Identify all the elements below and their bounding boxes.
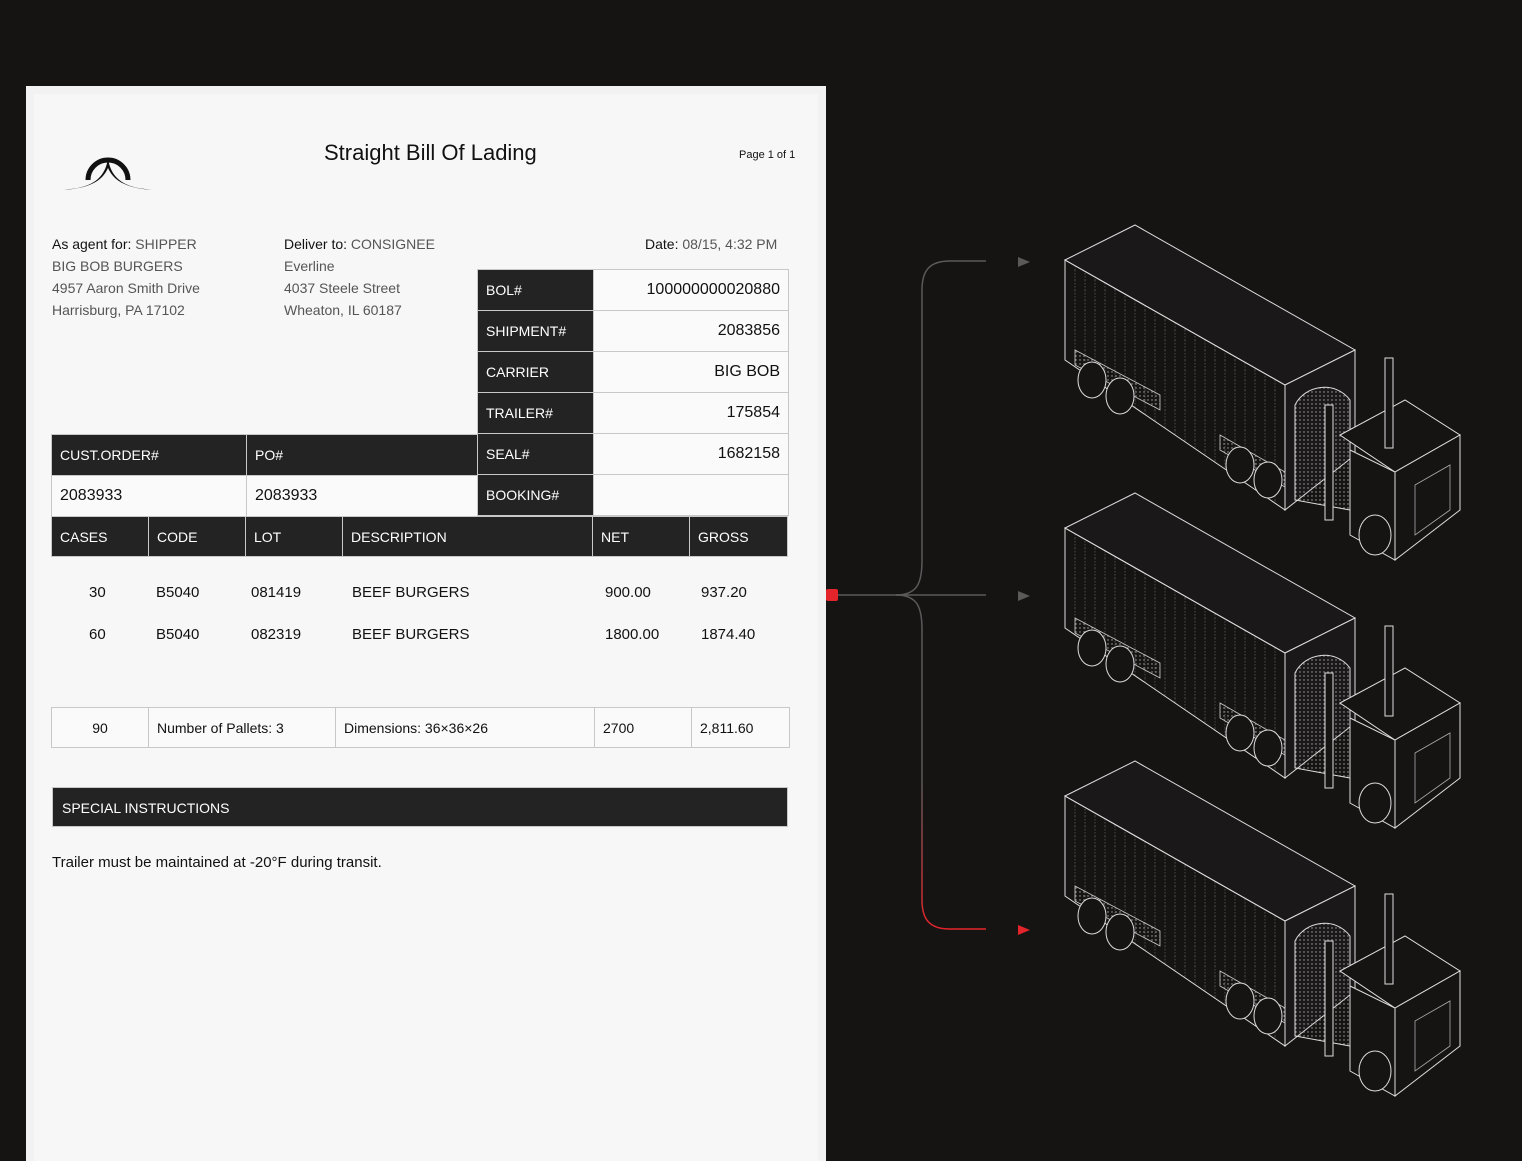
reference-row: BOL# 100000000020880	[477, 269, 789, 311]
ref-value: 175854	[593, 392, 789, 434]
shipper-label: As agent for:	[52, 236, 132, 252]
shipper-address-line1: 4957 Aaron Smith Drive	[52, 280, 200, 296]
arrow-right-icon	[1018, 591, 1030, 601]
truck-illustrations	[1064, 224, 1461, 1097]
item-code: B5040	[156, 584, 200, 601]
ref-value: 1682158	[593, 433, 789, 475]
item-code: B5040	[156, 626, 200, 643]
ref-label: SEAL#	[477, 433, 594, 475]
date-field: Date: 08/15, 4:32 PM	[645, 233, 777, 255]
total-net: 2700	[594, 707, 692, 748]
ref-label: TRAILER#	[477, 392, 594, 434]
branch-connector	[826, 260, 986, 930]
column-header-code: CODE	[148, 516, 246, 557]
items-header: CASES CODE LOT DESCRIPTION NET GROSS	[51, 516, 788, 557]
ref-value: BIG BOB	[593, 351, 789, 393]
item-net: 1800.00	[605, 626, 660, 643]
totals-row: 90 Number of Pallets: 3 Dimensions: 36×3…	[51, 707, 790, 748]
bill-of-lading-document: Straight Bill Of Lading Page 1 of 1 As a…	[26, 86, 826, 1161]
items-header-row: CASES CODE LOT DESCRIPTION NET GROSS	[51, 516, 788, 557]
ref-value: 2083856	[593, 310, 789, 352]
item-cases: 30	[89, 584, 106, 601]
ref-label: BOL#	[477, 269, 594, 311]
po-label: PO#	[246, 434, 478, 476]
ref-label: CARRIER	[477, 351, 594, 393]
order-table: CUST.ORDER# PO# 2083933 2083933	[51, 434, 478, 517]
total-dimensions: Dimensions: 36×36×26	[335, 707, 595, 748]
reference-row: TRAILER# 175854	[477, 392, 789, 434]
reference-row: SEAL# 1682158	[477, 433, 789, 475]
consignee-label: Deliver to:	[284, 236, 348, 252]
page-number: Page 1 of 1	[739, 149, 796, 161]
special-instructions-header: SPECIAL INSTRUCTIONS	[52, 787, 788, 827]
company-logo-icon	[64, 157, 152, 190]
order-header-row: CUST.ORDER# PO#	[51, 434, 478, 476]
cust-order-value: 2083933	[51, 475, 247, 517]
item-lot: 081419	[251, 584, 302, 601]
item-net: 900.00	[605, 584, 651, 601]
ref-label: SHIPMENT#	[477, 310, 594, 352]
arrow-right-icon	[1018, 257, 1030, 267]
reference-row: BOOKING#	[477, 474, 789, 516]
column-header-cases: CASES	[51, 516, 149, 557]
consignee-name: Everline	[284, 258, 335, 274]
item-cases: 60	[89, 626, 106, 643]
document-page: Straight Bill Of Lading Page 1 of 1 As a…	[34, 94, 818, 1161]
special-instructions-text: Trailer must be maintained at -20°F duri…	[52, 854, 382, 871]
column-header-gross: GROSS	[689, 516, 788, 557]
item-description: BEEF BURGERS	[352, 626, 470, 643]
date-label: Date:	[645, 236, 679, 252]
column-header-net: NET	[592, 516, 690, 557]
consignee-address-line1: 4037 Steele Street	[284, 280, 400, 296]
consignee-role: CONSIGNEE	[350, 236, 435, 252]
item-description: BEEF BURGERS	[352, 584, 470, 601]
cust-order-label: CUST.ORDER#	[51, 434, 247, 476]
column-header-lot: LOT	[245, 516, 343, 557]
total-gross: 2,811.60	[691, 707, 790, 748]
consignee-block: Deliver to: CONSIGNEE Everline 4037 Stee…	[284, 233, 435, 321]
item-gross: 1874.40	[701, 626, 756, 643]
reference-table: BOL# 100000000020880 SHIPMENT# 2083856 C…	[477, 269, 789, 516]
arrow-right-icon	[1018, 925, 1030, 935]
item-gross: 937.20	[701, 584, 747, 601]
total-cases: 90	[51, 707, 149, 748]
po-value: 2083933	[246, 475, 478, 517]
total-pallets: Number of Pallets: 3	[148, 707, 336, 748]
reference-row: SHIPMENT# 2083856	[477, 310, 789, 352]
shipper-address-line2: Harrisburg, PA 17102	[52, 302, 185, 318]
document-title: Straight Bill Of Lading	[324, 140, 537, 165]
column-header-description: DESCRIPTION	[342, 516, 593, 557]
shipper-block: As agent for: SHIPPER BIG BOB BURGERS 49…	[52, 233, 200, 321]
ref-label: BOOKING#	[477, 474, 594, 516]
totals-table-row: 90 Number of Pallets: 3 Dimensions: 36×3…	[51, 707, 790, 748]
connector-top-branch	[895, 260, 986, 596]
reference-row: CARRIER BIG BOB	[477, 351, 789, 393]
shipper-role: SHIPPER	[135, 236, 197, 252]
date-value: 08/15, 4:32 PM	[682, 236, 778, 252]
connector-node-icon	[826, 589, 838, 601]
order-value-row: 2083933 2083933	[51, 475, 478, 517]
ref-value: 100000000020880	[593, 269, 789, 311]
shipper-name: BIG BOB BURGERS	[52, 258, 183, 274]
item-lot: 082319	[251, 626, 302, 643]
ref-value	[593, 474, 789, 516]
consignee-address-line2: Wheaton, IL 60187	[284, 302, 402, 318]
connector-bottom-branch	[895, 594, 986, 930]
